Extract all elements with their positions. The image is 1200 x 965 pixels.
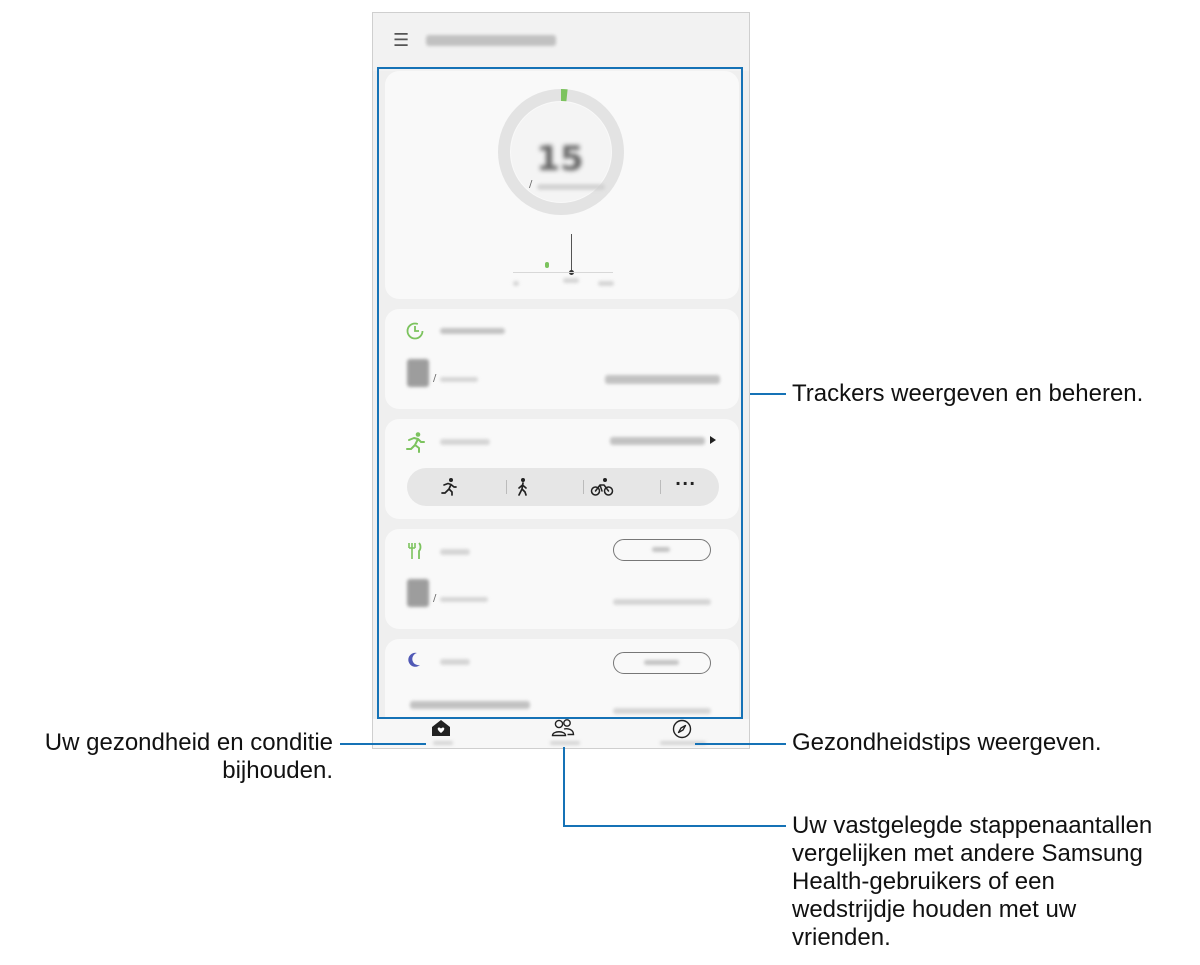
trackers-callout: Trackers weergeven en beheren. [792, 380, 1144, 407]
home-callout-line1: Uw gezondheid en conditie [44, 729, 333, 756]
bottom-navigation [373, 719, 749, 748]
home-callout-line2: bijhouden. [222, 757, 333, 784]
people-icon [551, 719, 575, 737]
together-callout-line4: wedstrijdje houden met uw [792, 896, 1077, 923]
trackers-highlight [377, 67, 743, 719]
menu-icon[interactable]: ☰ [393, 30, 409, 51]
home-callout: Uw gezondheid en conditie bijhouden. [0, 729, 333, 785]
together-callout: Uw vastgelegde stappenaantallen vergelij… [792, 812, 1197, 952]
nav-together-label [550, 741, 580, 745]
app-title [426, 35, 556, 46]
tips-callout-line [695, 743, 786, 745]
home-heart-icon [432, 720, 450, 736]
nav-home-label [433, 741, 453, 745]
home-callout-line [340, 743, 426, 745]
together-callout-line5: vrienden. [792, 924, 891, 951]
together-callout-line1: Uw vastgelegde stappenaantallen [792, 812, 1153, 839]
together-callout-line2: vergelijken met andere Samsung [792, 840, 1143, 867]
nav-together[interactable] [538, 719, 588, 748]
app-header: ☰ [373, 13, 749, 71]
trackers-callout-line [750, 393, 786, 395]
tips-callout: Gezondheidstips weergeven. [792, 729, 1102, 756]
phone-screen: ☰ 15 / / ··· / [372, 12, 750, 749]
compass-icon [672, 719, 692, 739]
together-callout-line-horizontal [563, 825, 786, 827]
together-callout-line3: Health-gebruikers of een [792, 868, 1055, 895]
together-callout-line-vertical [563, 747, 565, 827]
